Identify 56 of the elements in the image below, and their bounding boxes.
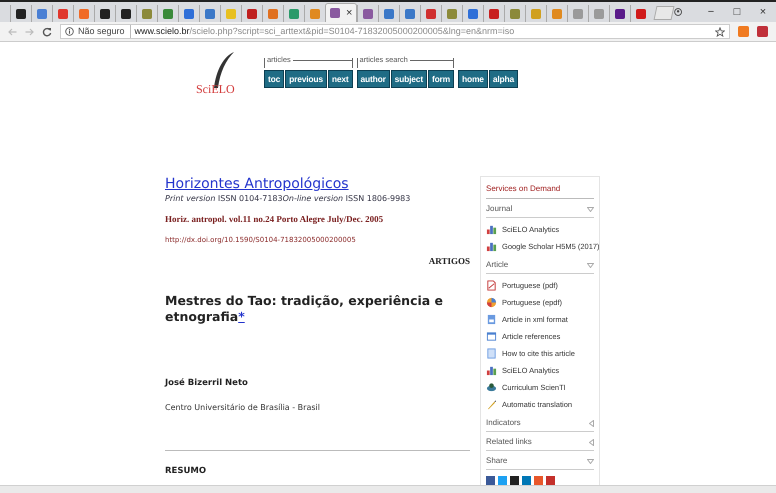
security-label: Não seguro	[78, 24, 131, 38]
pen-icon	[486, 399, 497, 410]
window-icon	[486, 331, 497, 342]
horizontal-scrollbar[interactable]	[0, 485, 776, 493]
close-button[interactable]: ×	[750, 7, 776, 18]
section-heading[interactable]: Share	[486, 455, 508, 467]
minimize-button[interactable]: −	[698, 7, 724, 18]
globe-icon	[486, 382, 497, 393]
section-heading[interactable]: Journal	[486, 203, 512, 215]
section-heading[interactable]: Related links	[486, 436, 532, 448]
pdf-icon	[486, 280, 497, 291]
nav-button[interactable]: previous	[285, 70, 327, 88]
extension-icon[interactable]	[757, 26, 768, 37]
back-icon[interactable]	[8, 28, 17, 36]
journal-title-link[interactable]: Horizontes Antropológicos	[165, 176, 349, 194]
abstract-heading: RESUMO	[165, 464, 208, 478]
document-icon	[486, 314, 497, 325]
expand-caret-icon[interactable]	[587, 206, 594, 212]
section-heading[interactable]: Indicators	[486, 417, 521, 429]
affiliation-text: Centro Universitário de Brasília - Brasil	[165, 402, 321, 414]
footnote-link[interactable]: *	[238, 309, 245, 324]
expand-caret-icon[interactable]	[587, 262, 594, 268]
nav-button[interactable]: subject	[390, 70, 427, 88]
collapsed-caret-icon[interactable]	[589, 420, 594, 426]
address-bar[interactable]: Não seguro www.scielo.br/scielo.php?script=sci_arttext&pid=S0104-71832005000200005&lng=en&nrm=iso	[60, 24, 730, 39]
document-icon	[486, 348, 497, 359]
expand-caret-icon[interactable]	[587, 458, 594, 464]
chart-icon	[486, 224, 497, 235]
section-label: ARTIGOS	[428, 254, 470, 268]
article-title: Mestres do Tao: tradição, experiência e etnografia*	[165, 293, 444, 325]
chart-icon	[486, 241, 497, 252]
nav-button[interactable]: next	[328, 70, 352, 88]
section-heading[interactable]: Article	[486, 259, 508, 271]
scielo-logo[interactable]: SciELO	[196, 50, 238, 102]
nav-button[interactable]: toc	[264, 70, 284, 88]
url-text: www.scielo.br/scielo.php?script=sci_arttext&pid=S0104-71832005000200005&lng=en&nrm=iso	[134, 24, 514, 38]
issue-line: Horiz. antropol. vol.11 no.24 Porto Alegre July/Dec. 2005	[165, 212, 384, 226]
author-name: José Bizerril Neto	[165, 377, 249, 390]
extension-icon[interactable]	[738, 26, 749, 37]
nav-button[interactable]: alpha	[488, 70, 518, 88]
nav-button[interactable]: home	[458, 70, 488, 88]
collapsed-caret-icon[interactable]	[589, 438, 594, 446]
chart-icon	[486, 365, 497, 376]
info-icon	[65, 27, 74, 36]
reload-icon[interactable]	[42, 26, 52, 36]
maximize-button[interactable]: □	[724, 7, 750, 18]
services-heading: Services on Demand	[486, 183, 594, 199]
browser-tab[interactable]: ×	[325, 3, 358, 22]
nav-button[interactable]: author	[356, 70, 390, 88]
epdf-icon	[486, 297, 497, 308]
star-icon[interactable]	[715, 26, 725, 36]
issn-line: Print version ISSN 0104-7183On-line version ISSN 1806-9983	[165, 194, 412, 204]
profile-icon[interactable]	[674, 6, 682, 18]
close-tab-icon[interactable]: ×	[346, 8, 352, 18]
forward-icon[interactable]	[25, 28, 34, 36]
nav-button[interactable]: form	[428, 70, 454, 88]
